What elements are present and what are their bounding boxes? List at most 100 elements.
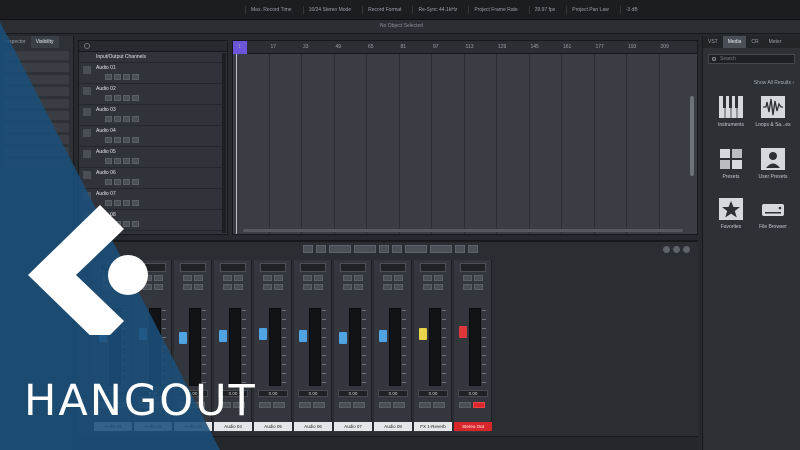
close-icon[interactable] <box>683 246 690 253</box>
channel-name[interactable]: Audio 08 <box>374 422 412 431</box>
mixer-tool-button[interactable] <box>329 245 351 253</box>
volume-fader[interactable] <box>419 328 427 340</box>
volume-value[interactable]: 0.00 <box>458 390 488 397</box>
pan-control[interactable] <box>299 263 326 272</box>
edit-button[interactable] <box>353 284 363 290</box>
solo-button[interactable] <box>114 200 121 206</box>
track-row[interactable]: Audio 03 <box>79 105 227 126</box>
listen-button[interactable] <box>422 284 432 290</box>
record-enable-button[interactable] <box>123 200 130 206</box>
write-automation-button[interactable] <box>273 402 285 408</box>
monitor-button[interactable] <box>132 137 139 143</box>
record-enable-button[interactable] <box>123 221 130 227</box>
mute-button[interactable] <box>262 275 272 281</box>
listen-button[interactable] <box>222 284 232 290</box>
channel-strip[interactable]: 0.00 Audio 08 <box>374 260 412 432</box>
solo-button[interactable] <box>114 95 121 101</box>
pan-control[interactable] <box>99 263 126 272</box>
mixer-tool-button[interactable] <box>468 245 478 253</box>
solo-button[interactable] <box>273 275 283 281</box>
listen-button[interactable] <box>142 284 152 290</box>
inspector-row[interactable] <box>4 63 69 72</box>
write-automation-button[interactable] <box>153 402 165 408</box>
solo-button[interactable] <box>193 275 203 281</box>
channel-strip[interactable]: 0.00 Audio 05 <box>254 260 292 432</box>
write-automation-button[interactable] <box>193 402 205 408</box>
edit-button[interactable] <box>233 284 243 290</box>
volume-fader[interactable] <box>99 330 107 342</box>
monitor-button[interactable] <box>132 116 139 122</box>
solo-button[interactable] <box>114 221 121 227</box>
channel-strip[interactable]: 0.00 Audio 01 <box>94 260 132 432</box>
mute-button[interactable] <box>342 275 352 281</box>
mute-button[interactable] <box>142 275 152 281</box>
track-row[interactable]: Audio 04 <box>79 126 227 147</box>
solo-button[interactable] <box>114 137 121 143</box>
listen-button[interactable] <box>302 284 312 290</box>
solo-button[interactable] <box>114 74 121 80</box>
channel-strip[interactable]: 0.00 FX 1-Reverb <box>414 260 452 432</box>
volume-fader[interactable] <box>179 332 187 344</box>
solo-button[interactable] <box>353 275 363 281</box>
read-automation-button[interactable] <box>259 402 271 408</box>
pan-control[interactable] <box>339 263 366 272</box>
listen-button[interactable] <box>102 284 112 290</box>
inspector-row[interactable] <box>4 75 69 84</box>
record-enable-button[interactable] <box>123 116 130 122</box>
record-enable-button[interactable] <box>123 137 130 143</box>
listen-button[interactable] <box>182 284 192 290</box>
mute-button[interactable] <box>105 158 112 164</box>
edit-button[interactable] <box>433 284 443 290</box>
inspector-row[interactable] <box>4 87 69 96</box>
volume-value[interactable]: 0.00 <box>418 390 448 397</box>
status-segment[interactable]: -3 dB <box>619 5 643 14</box>
volume-fader[interactable] <box>379 330 387 342</box>
pan-control[interactable] <box>259 263 286 272</box>
media-item-favorites[interactable]: Favorites <box>711 198 751 230</box>
tab-cr[interactable]: CR <box>746 36 763 48</box>
channel-strip[interactable]: 0.00 Audio 07 <box>334 260 372 432</box>
settings-icon[interactable] <box>663 246 670 253</box>
media-search-input[interactable]: Search <box>708 54 795 64</box>
volume-value[interactable]: 0.00 <box>178 390 208 397</box>
media-item-instruments[interactable]: Instruments <box>711 96 751 128</box>
volume-value[interactable]: 0.00 <box>98 390 128 397</box>
monitor-button[interactable] <box>132 221 139 227</box>
mute-button[interactable] <box>105 179 112 185</box>
channel-strip[interactable]: 0.00 Audio 03 <box>174 260 212 432</box>
listen-button[interactable] <box>382 284 392 290</box>
mute-button[interactable] <box>105 116 112 122</box>
status-segment[interactable]: 29.97 fps <box>528 5 561 14</box>
status-segment[interactable]: 16/24 Stereo Mode <box>302 5 357 14</box>
track-row[interactable]: Audio 08 <box>79 210 227 231</box>
media-item-presets[interactable]: Presets <box>711 148 751 180</box>
volume-fader[interactable] <box>339 332 347 344</box>
project-cursor[interactable] <box>236 54 237 234</box>
mute-button[interactable] <box>105 74 112 80</box>
inspector-row[interactable] <box>4 123 69 132</box>
track-row[interactable]: Audio 05 <box>79 147 227 168</box>
maximize-icon[interactable] <box>673 246 680 253</box>
solo-button[interactable] <box>153 275 163 281</box>
status-segment[interactable]: Project Pan Law <box>566 5 613 14</box>
tab-inspector[interactable]: Inspector <box>0 36 31 48</box>
inspector-row[interactable] <box>4 159 69 168</box>
volume-value[interactable]: 0.00 <box>338 390 368 397</box>
pan-control[interactable] <box>419 263 446 272</box>
solo-button[interactable] <box>113 275 123 281</box>
monitor-button[interactable] <box>132 74 139 80</box>
edit-button[interactable] <box>193 284 203 290</box>
mute-button[interactable] <box>102 275 112 281</box>
mixer-tool-button[interactable] <box>455 245 465 253</box>
volume-value[interactable]: 0.00 <box>378 390 408 397</box>
inspector-row[interactable] <box>4 147 69 156</box>
channel-strip[interactable]: 0.00 Audio 02 <box>134 260 172 432</box>
record-enable-button[interactable] <box>123 74 130 80</box>
mixer-tool-button[interactable] <box>379 245 389 253</box>
solo-button[interactable] <box>433 275 443 281</box>
status-segment[interactable]: Project Frame Rate <box>468 5 522 14</box>
inspector-row[interactable] <box>4 51 69 60</box>
solo-button[interactable] <box>313 275 323 281</box>
media-item-loops[interactable]: Loops & Sa...es <box>753 96 793 128</box>
read-automation-button[interactable] <box>419 402 431 408</box>
